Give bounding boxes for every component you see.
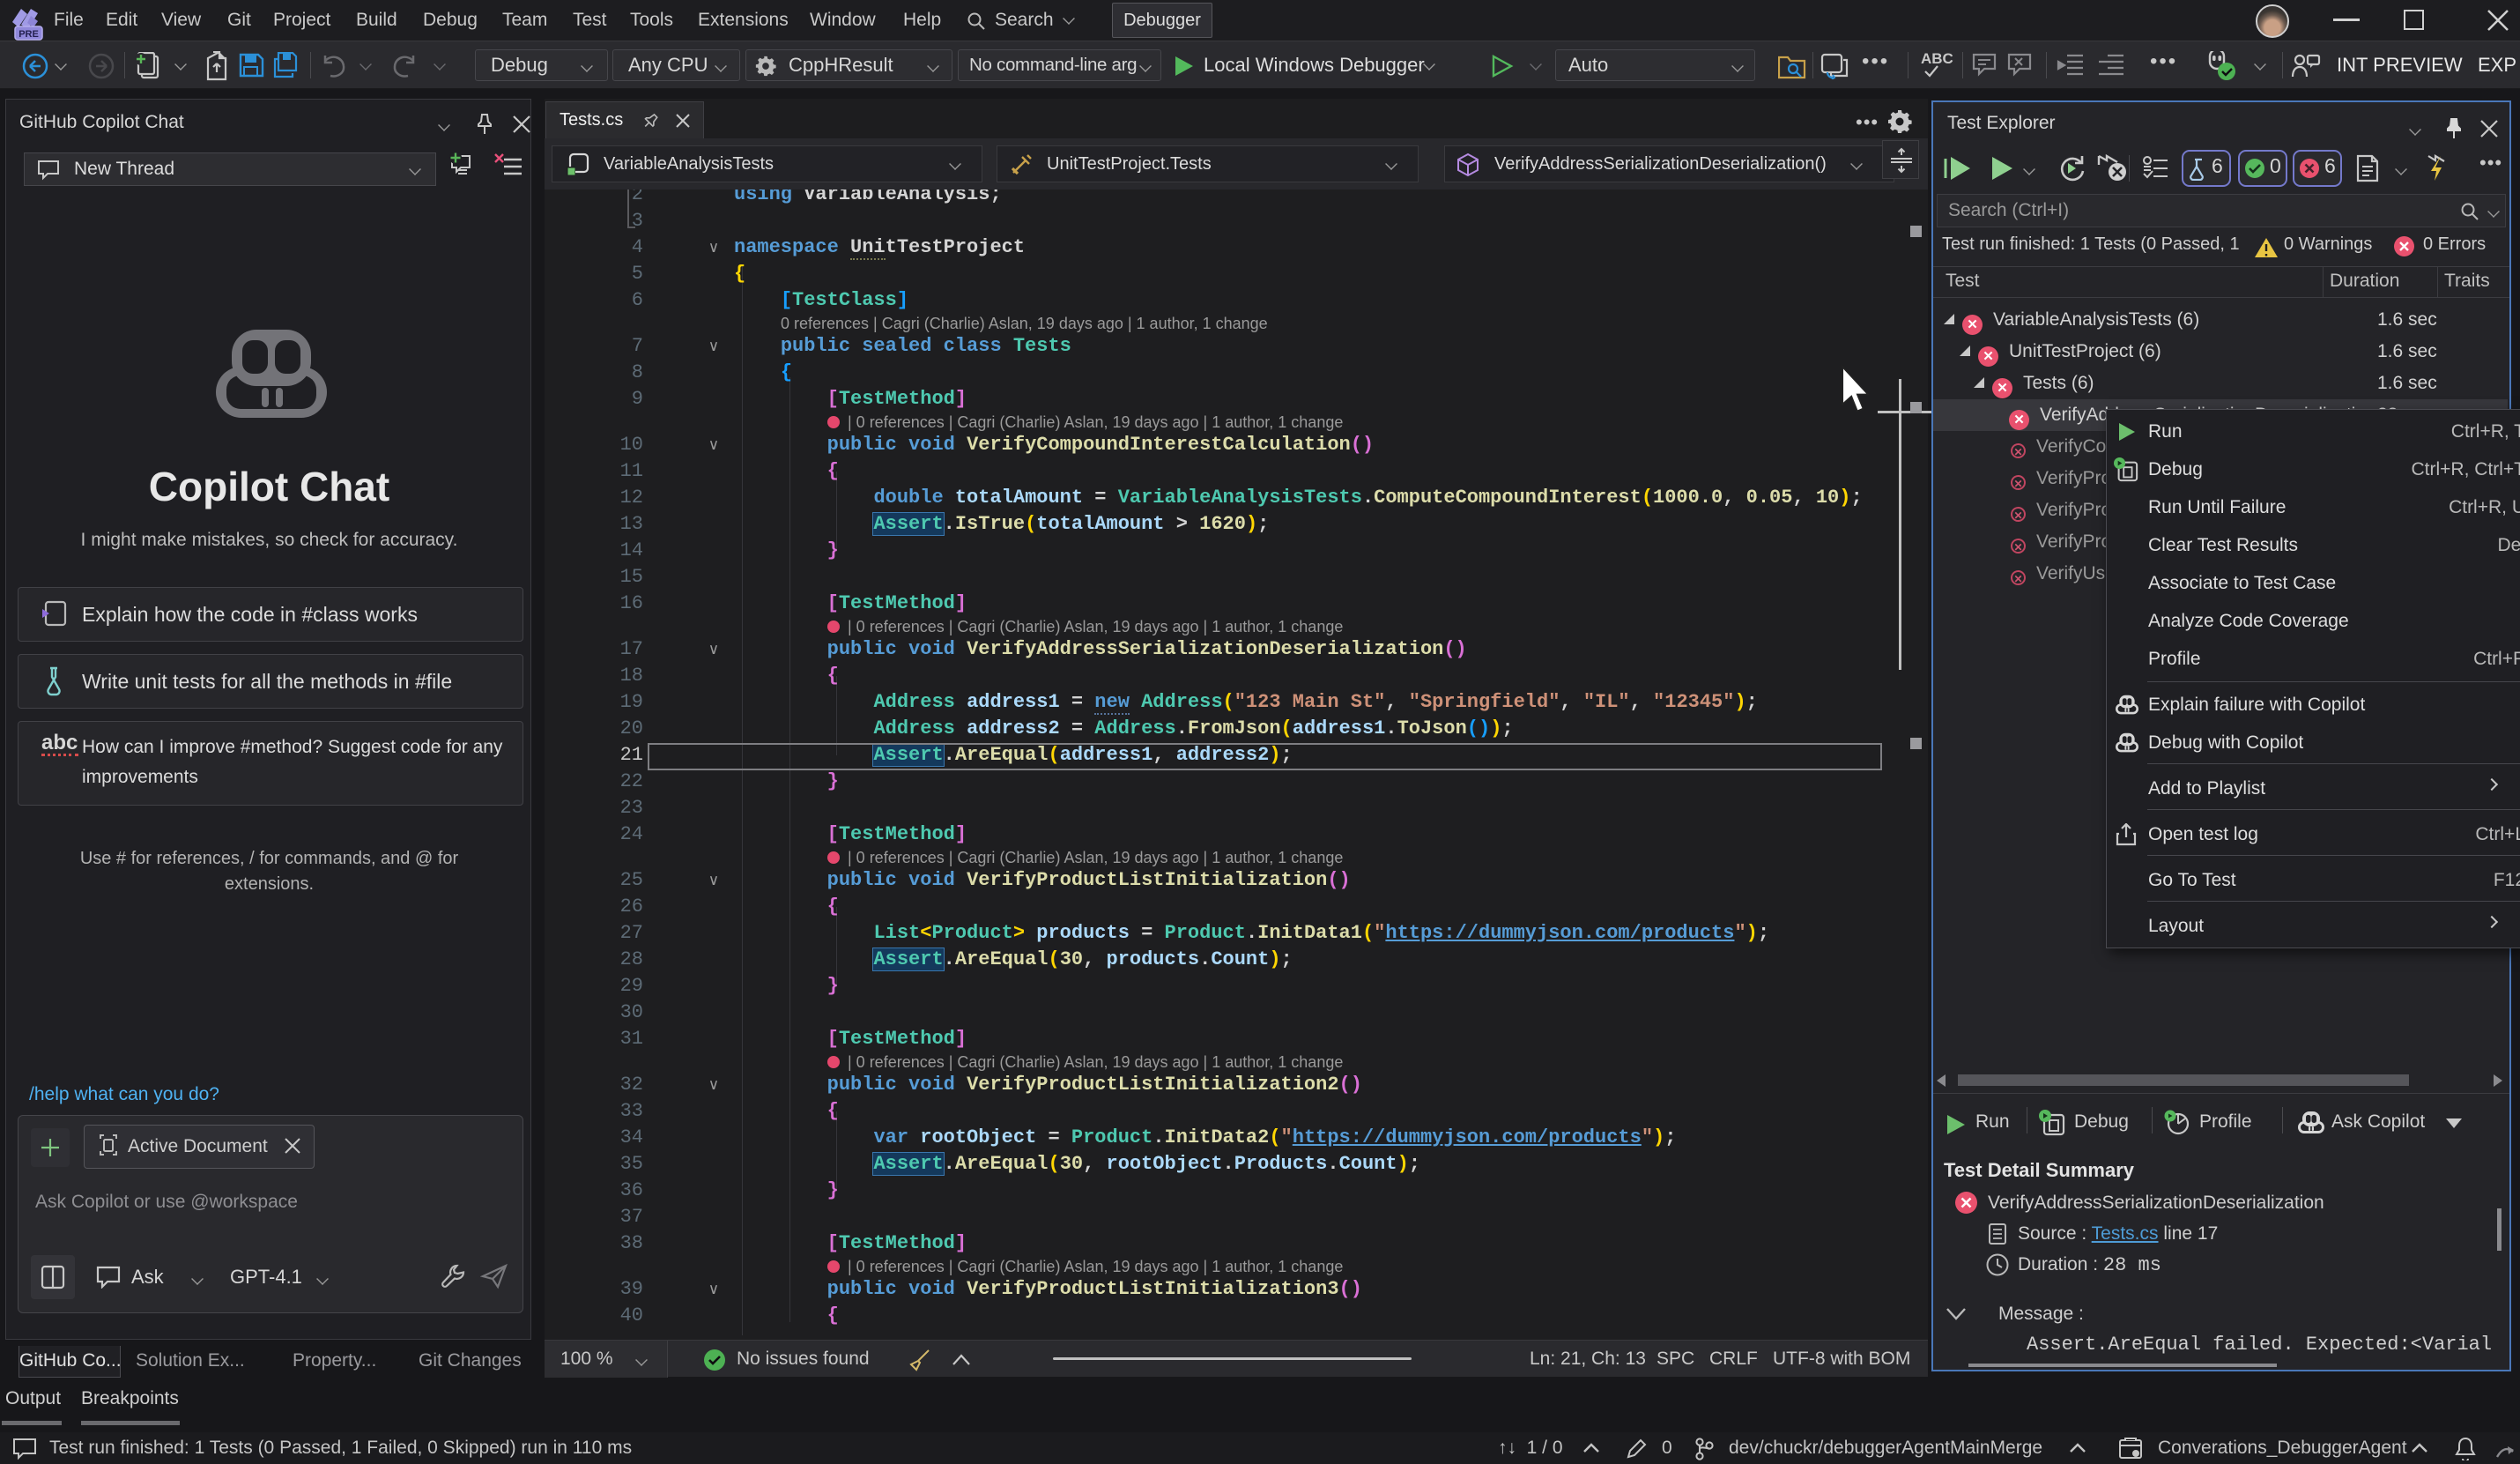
svg-text:PRE: PRE <box>19 29 39 40</box>
